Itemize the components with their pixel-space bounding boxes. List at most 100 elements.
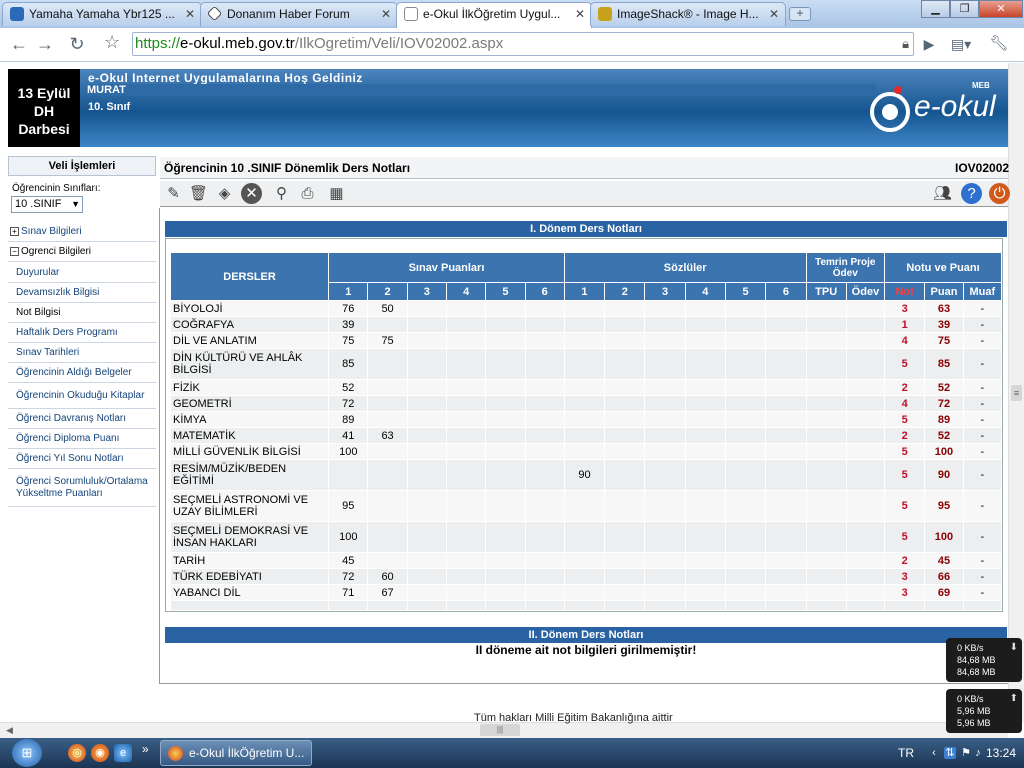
sidebar-item-not-bilgisi[interactable]: Not Bilgisi — [8, 303, 156, 323]
oral-score-cell — [765, 427, 807, 444]
firefox-icon[interactable]: ◉ — [91, 744, 109, 762]
tab-imageshack[interactable]: ImageShack® - Image H... ✕ — [590, 2, 786, 26]
exam-score-cell — [406, 316, 447, 333]
page-menu-icon[interactable]: ▤▾ — [950, 34, 972, 56]
sidebar-item-kitaplar[interactable]: Öğrencinin Okuduğu Kitaplar — [8, 383, 156, 409]
maximize-button[interactable]: ❐ — [950, 0, 979, 18]
help-icon[interactable]: ? — [961, 183, 982, 204]
oral-score-cell — [563, 316, 606, 333]
oral-score-cell — [604, 332, 646, 349]
exam-score-cell: 95 — [328, 490, 369, 522]
oral-score-cell — [604, 427, 646, 444]
tab-yamaha[interactable]: Yamaha Yamaha Ybr125 ... ✕ — [2, 2, 202, 26]
eraser-icon[interactable]: ◈ — [214, 183, 235, 204]
tab-title: e-Okul İlkÖğretim Uygul... — [423, 7, 561, 21]
sidebar-item-sinav-tarihleri[interactable]: Sınav Tarihleri — [8, 343, 156, 363]
back-arrow-icon[interactable]: ← — [8, 34, 30, 56]
sidebar-item-sorumluluk[interactable]: Öğrenci Sorumluluk/Ortalama Yükseltme Pu… — [8, 469, 156, 507]
network-icon[interactable]: ⇅ — [944, 747, 956, 759]
new-tab-button[interactable]: + — [789, 7, 811, 21]
exam-score-cell — [445, 332, 487, 349]
sidebar-section-ogrenci-bilgileri[interactable]: − Ogrenci Bilgileri — [8, 243, 156, 262]
sidebar-item-belgeler[interactable]: Öğrencinin Aldığı Belgeler — [8, 363, 156, 383]
exempt-cell: - — [962, 490, 1003, 522]
chrome-icon[interactable]: ◎ — [68, 744, 86, 762]
oral-score-cell — [604, 568, 646, 585]
cancel-icon[interactable]: ✕ — [241, 183, 262, 204]
exam-score-cell: 63 — [367, 427, 408, 444]
header-sinav-4: 4 — [445, 282, 487, 301]
odev-cell — [845, 490, 886, 522]
score-cell: 45 — [924, 552, 964, 569]
sidebar-item-duyurular[interactable]: Duyurular — [8, 263, 156, 283]
vertical-scrollbar[interactable]: ≡ — [1008, 63, 1024, 723]
sidebar-item-yil-sonu[interactable]: Öğrenci Yıl Sonu Notları — [8, 449, 156, 469]
close-icon[interactable]: ✕ — [769, 3, 779, 25]
exam-score-cell — [485, 316, 526, 333]
horizontal-scrollbar[interactable]: ◀ ||| — [0, 722, 1008, 738]
table-row: MİLLİ GÜVENLİK BİLGİSİ 100 5 100- — [169, 443, 1003, 460]
grade-cell: 3 — [884, 300, 926, 317]
exam-score-cell — [445, 379, 487, 396]
exam-score-cell — [485, 427, 526, 444]
frog-icon — [598, 7, 612, 21]
bookmark-star-icon[interactable]: ☆ — [104, 32, 120, 53]
go-arrow-icon[interactable]: ▶ — [918, 34, 940, 56]
ie-icon[interactable]: e — [114, 744, 132, 762]
oral-score-cell — [604, 300, 646, 317]
score-cell: 95 — [924, 490, 964, 522]
oral-score-cell — [563, 427, 606, 444]
oral-score-cell — [765, 443, 807, 460]
odev-cell — [845, 584, 886, 601]
wrench-icon[interactable]: 🔧︎ — [988, 34, 1010, 56]
score-cell: 52 — [924, 379, 964, 396]
exam-score-cell — [445, 395, 487, 412]
language-indicator[interactable]: TR — [898, 746, 914, 760]
sidebar-item-davranis[interactable]: Öğrenci Davranış Notları — [8, 409, 156, 429]
sidebar-item-devamsizlik[interactable]: Devamsızlık Bilgisi — [8, 283, 156, 303]
oral-score-cell — [765, 568, 807, 585]
reload-icon[interactable]: ↻ — [66, 34, 88, 56]
exam-score-cell — [524, 379, 565, 396]
oral-score-cell — [684, 379, 726, 396]
users-icon[interactable]: 👥︎ — [932, 183, 953, 204]
close-icon[interactable]: ✕ — [575, 3, 585, 25]
export-icon[interactable]: ▦ — [326, 183, 347, 204]
search-icon[interactable]: ⚲ — [271, 183, 292, 204]
header-muaf: Muaf — [962, 282, 1003, 301]
taskbar-item-e-okul[interactable]: e-Okul İlkÖğretim U... — [160, 740, 312, 766]
sidebar-item-haftalik-program[interactable]: Haftalık Ders Programı — [8, 323, 156, 343]
oral-score-cell — [604, 395, 646, 412]
edit-icon[interactable]: ✎ — [163, 183, 184, 204]
trash-icon[interactable]: 🗑︎ — [188, 183, 209, 204]
oral-score-cell — [724, 348, 767, 380]
tab-e-okul[interactable]: e-Okul İlkÖğretim Uygul... ✕ — [396, 2, 592, 28]
oral-score-cell — [765, 584, 807, 601]
lock-icon[interactable]: 🔒︎ — [902, 33, 909, 55]
score-cell: 39 — [924, 316, 964, 333]
sidebar-title: Veli İşlemleri — [8, 156, 156, 176]
minimize-button[interactable]: ▁ — [921, 0, 950, 18]
tray-expand-icon[interactable]: ‹ — [928, 747, 940, 759]
close-icon[interactable]: ✕ — [185, 3, 195, 25]
table-row: BİYOLOJİ 76 50 3 63- — [169, 300, 1003, 317]
volume-icon[interactable]: ♪ — [972, 747, 984, 759]
sidebar-item-diploma[interactable]: Öğrenci Diploma Puanı — [8, 429, 156, 449]
tab-donanim-haber[interactable]: Donanım Haber Forum ✕ — [200, 2, 398, 26]
quick-launch-chevron-icon[interactable]: » — [142, 742, 149, 756]
close-icon[interactable]: ✕ — [381, 3, 391, 25]
print-icon[interactable]: ⎙ — [297, 183, 318, 204]
oral-score-cell — [724, 459, 767, 491]
sidebar-section-sinav-bilgileri[interactable]: + Sınav Bilgileri — [8, 223, 156, 242]
start-button[interactable]: ⊞ — [12, 739, 42, 767]
exam-score-cell — [406, 490, 447, 522]
flag-icon[interactable]: ⚑ — [960, 747, 972, 759]
address-bar[interactable]: https://e-okul.meb.gov.tr/IlkOgretim/Vel… — [132, 32, 914, 56]
window-close-button[interactable]: ✕ — [979, 0, 1023, 18]
exam-score-cell — [485, 521, 526, 553]
tpu-cell — [805, 411, 847, 428]
clock[interactable]: 13:24 — [986, 746, 1016, 760]
class-select[interactable]: 10 .SINIF ▼ — [11, 196, 83, 213]
forward-arrow-icon[interactable]: → — [34, 34, 56, 56]
exit-icon[interactable]: ⏻ — [989, 183, 1010, 204]
